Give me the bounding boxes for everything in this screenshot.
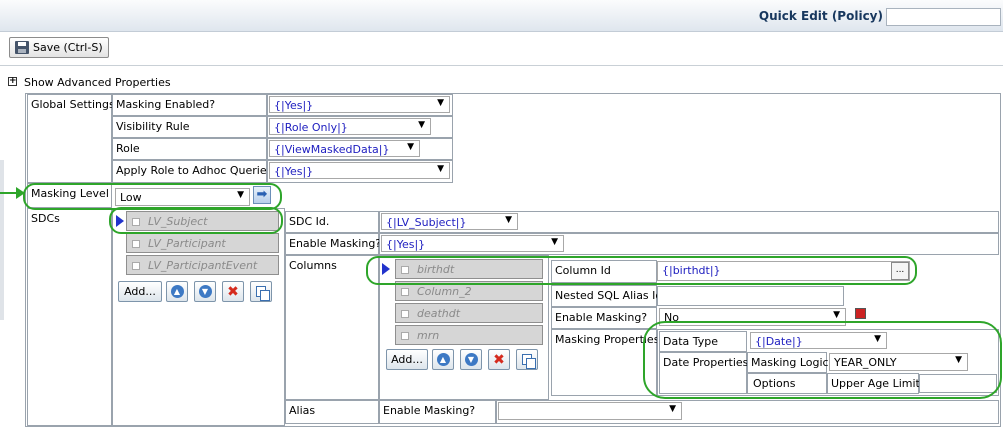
column-move-down-button[interactable]: ▼	[460, 349, 482, 370]
visibility-rule-select[interactable]: {|Role Only|} ▼	[269, 118, 431, 135]
role-select[interactable]: {|ViewMaskedData|} ▼	[269, 140, 420, 157]
sdc-enable-masking-select[interactable]: {|Yes|} ▼	[381, 235, 564, 252]
columns-label: Columns	[285, 255, 379, 400]
expand-toggle-icon[interactable]: +	[8, 77, 17, 86]
copy-icon	[256, 286, 270, 301]
dropdown-arrow-icon: ▼	[551, 237, 558, 247]
sdc-item-lv-participantevent[interactable]: LV_ParticipantEvent	[126, 255, 279, 275]
copy-icon	[522, 354, 536, 369]
masking-enabled-select[interactable]: {|Yes|} ▼	[269, 96, 450, 113]
sdcs-label: SDCs	[27, 208, 112, 426]
sdc-move-down-button[interactable]: ▼	[194, 281, 216, 302]
nested-sql-alias-label: Nested SQL Alias Id	[551, 285, 662, 307]
sdc-id-label: SDC Id.	[285, 211, 379, 233]
role-label: Role	[112, 138, 267, 160]
sdc-enable-masking-label: Enable Masking?	[285, 233, 381, 255]
dropdown-arrow-icon: ▼	[833, 310, 840, 320]
checkbox[interactable]	[401, 288, 409, 296]
sdc-id-select[interactable]: {|LV_Subject|} ▼	[381, 213, 518, 230]
highlight-date-properties	[643, 321, 1002, 399]
column-add-button[interactable]: Add...	[386, 349, 428, 370]
checkbox[interactable]	[132, 262, 140, 270]
delete-x-icon: ✖	[227, 283, 239, 300]
dropdown-arrow-icon: ▼	[437, 98, 444, 108]
column-item-deathdt[interactable]: deathdt	[395, 303, 543, 323]
left-scroll-edge	[0, 160, 4, 320]
masking-enabled-label: Masking Enabled?	[112, 94, 267, 116]
sdc-delete-button[interactable]: ✖	[222, 281, 244, 302]
checkbox[interactable]	[132, 240, 140, 248]
dropdown-arrow-icon: ▼	[418, 120, 425, 130]
global-settings-label: Global Settings	[27, 94, 115, 183]
column-enable-masking-label: Enable Masking?	[551, 307, 657, 329]
alias-enable-masking-select[interactable]: ▼	[498, 402, 682, 420]
column-delete-button[interactable]: ✖	[488, 349, 510, 370]
nested-sql-alias-input[interactable]	[657, 286, 844, 306]
toolbar	[0, 33, 1003, 66]
arrow-up-icon: ▲	[170, 285, 184, 298]
page-title: Quick Edit (Policy)	[758, 9, 883, 23]
alias-enable-masking-label: Enable Masking?	[379, 400, 496, 424]
save-button[interactable]: Save (Ctrl-S)	[9, 37, 109, 58]
visibility-rule-label: Visibility Rule	[112, 116, 267, 138]
checkbox[interactable]	[401, 332, 409, 340]
dropdown-arrow-icon: ▼	[407, 142, 414, 152]
show-advanced-properties-label[interactable]: Show Advanced Properties	[24, 76, 171, 89]
save-button-label: Save (Ctrl-S)	[33, 41, 103, 54]
arrow-down-icon: ▼	[464, 353, 478, 366]
masking-properties-label: Masking Properties	[551, 329, 659, 396]
dropdown-arrow-icon: ▼	[437, 164, 444, 174]
highlight-sdc-subject	[109, 207, 283, 234]
apply-role-label: Apply Role to Adhoc Queries	[112, 160, 272, 183]
checkbox[interactable]	[401, 310, 409, 318]
column-copy-button[interactable]	[516, 349, 538, 370]
sdc-copy-button[interactable]	[250, 281, 272, 302]
dropdown-arrow-icon: ▼	[505, 215, 512, 225]
arrow-up-icon: ▲	[436, 353, 450, 366]
apply-role-select[interactable]: {|Yes|} ▼	[269, 162, 450, 179]
delete-x-icon: ✖	[493, 351, 505, 368]
highlight-column-id	[366, 256, 917, 285]
column-move-up-button[interactable]: ▲	[432, 349, 454, 370]
column-item-mrn[interactable]: mrn	[395, 325, 543, 345]
floppy-disk-icon	[15, 41, 29, 54]
sdc-move-up-button[interactable]: ▲	[166, 281, 188, 302]
highlight-masking-level	[23, 183, 282, 210]
annotation-arrowhead-icon	[16, 187, 25, 199]
arrow-down-icon: ▼	[198, 285, 212, 298]
dropdown-arrow-icon: ▼	[669, 404, 676, 414]
alias-label: Alias	[285, 400, 379, 424]
sdc-add-button[interactable]: Add...	[118, 281, 162, 302]
quick-search-input[interactable]	[886, 8, 1001, 26]
sdc-item-lv-participant[interactable]: LV_Participant	[126, 233, 279, 253]
clear-value-icon[interactable]	[855, 308, 866, 319]
